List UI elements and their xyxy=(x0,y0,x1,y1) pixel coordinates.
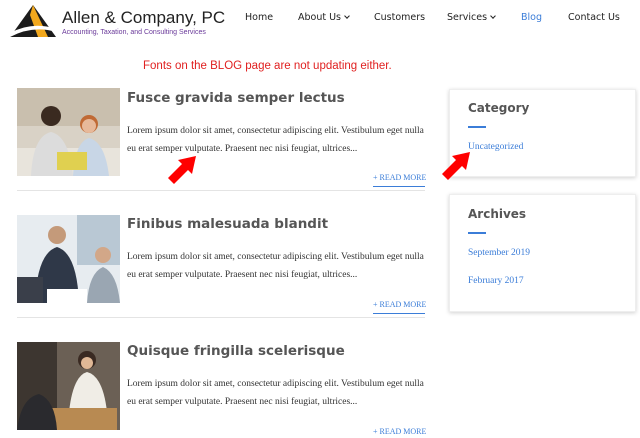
nav-blog-label: Blog xyxy=(521,12,542,23)
post-image-1[interactable] xyxy=(17,88,120,176)
post-excerpt-3: Lorem ipsum dolor sit amet, consectetur … xyxy=(127,379,424,407)
post-divider xyxy=(17,317,425,318)
post-title-1[interactable]: Fusce gravida semper lectus xyxy=(127,90,345,106)
post-title-2[interactable]: Finibus malesuada blandit xyxy=(127,216,328,232)
nav-about[interactable]: About Us xyxy=(298,12,350,26)
nav-customers[interactable]: Customers xyxy=(374,12,425,26)
read-more-link-1[interactable]: + READ MORE xyxy=(373,173,426,187)
read-more-link-2[interactable]: + READ MORE xyxy=(373,300,426,314)
nav-services-label: Services xyxy=(447,12,488,23)
nav-about-label: About Us xyxy=(298,12,342,23)
red-arrow-icon xyxy=(168,156,196,184)
chevron-down-icon xyxy=(490,13,496,19)
nav-customers-label: Customers xyxy=(374,12,426,23)
nav-blog[interactable]: Blog xyxy=(521,12,542,26)
archives-title: Archives xyxy=(468,207,527,221)
post-excerpt-2: Lorem ipsum dolor sit amet, consectetur … xyxy=(127,252,424,280)
brand-name[interactable]: Allen & Company, PC xyxy=(62,8,225,28)
post-image-2[interactable] xyxy=(17,215,120,303)
category-title: Category xyxy=(468,101,530,115)
brand-tagline: Accounting, Taxation, and Consulting Ser… xyxy=(62,29,206,36)
archive-link-september-2019[interactable]: September 2019 xyxy=(468,248,530,258)
archive-link-february-2017[interactable]: February 2017 xyxy=(468,276,524,286)
post-divider xyxy=(17,190,425,191)
chevron-down-icon xyxy=(344,13,350,19)
title-underline xyxy=(468,232,486,234)
nav-services[interactable]: Services xyxy=(447,12,496,26)
company-logo[interactable] xyxy=(8,3,58,39)
red-arrow-icon xyxy=(442,152,470,180)
notice-text: Fonts on the BLOG page are not updating … xyxy=(143,60,392,72)
post-excerpt-1: Lorem ipsum dolor sit amet, consectetur … xyxy=(127,126,424,154)
nav-contact-label: Contact Us xyxy=(568,12,620,23)
read-more-link-3[interactable]: + READ MORE xyxy=(373,427,426,438)
post-image-3[interactable] xyxy=(17,342,120,430)
title-underline xyxy=(468,126,486,128)
nav-contact[interactable]: Contact Us xyxy=(568,12,620,26)
nav-home[interactable]: Home xyxy=(245,12,273,26)
post-title-3[interactable]: Quisque fringilla scelerisque xyxy=(127,343,345,359)
category-link-uncategorized[interactable]: Uncategorized xyxy=(468,142,523,152)
nav-home-label: Home xyxy=(245,12,274,23)
archives-widget: Archives September 2019 February 2017 xyxy=(449,194,636,312)
category-widget: Category Uncategorized xyxy=(449,89,636,177)
